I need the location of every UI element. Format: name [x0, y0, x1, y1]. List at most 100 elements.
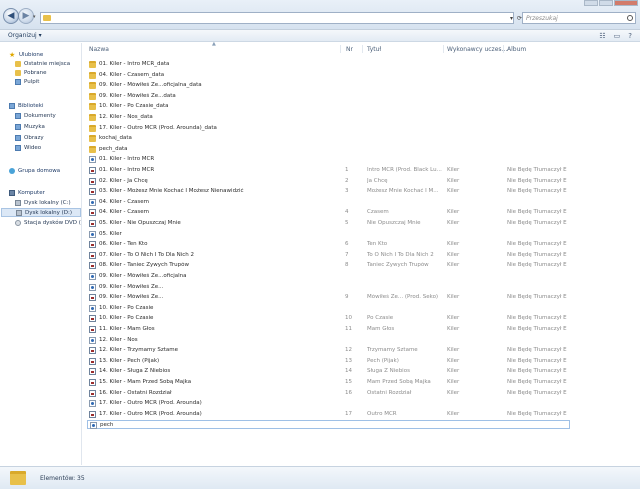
track-artist: Kiler: [447, 357, 460, 364]
file-row[interactable]: 17. Kiler - Outro MCR (Prod. Arounda) 17 O…: [87, 410, 570, 419]
file-row[interactable]: 09. Kiler - Mówiłeś Że...: [87, 283, 570, 292]
track-title: Mam Przed Sobą Majka: [367, 379, 431, 385]
nav-pictures[interactable]: Obrazy: [15, 133, 44, 142]
file-row[interactable]: 14. Kiler - Sługa Z Niebios 14 Sługa Z Nie…: [87, 367, 570, 376]
file-row[interactable]: 04. Kiler - Czasem 4 Czasem Kiler Nie Będę T…: [87, 208, 570, 217]
nav-dvd-drive[interactable]: Stacja dysków DVD (: [15, 218, 81, 227]
track-title: Intro MCR (Prod. Black Lu...: [367, 167, 442, 173]
nav-videos[interactable]: Wideo: [15, 143, 41, 152]
nav-homegroup[interactable]: Grupa domowa: [9, 166, 60, 175]
search-input[interactable]: Przeszukaj: [522, 12, 636, 24]
file-row[interactable]: 17. Kiler - Outro MCR (Prod. Arounda): [87, 399, 570, 408]
column-header-title[interactable]: Tytuł: [367, 43, 381, 55]
file-name: 10. Kiler - Po Czasie: [99, 315, 154, 322]
minimize-button[interactable]: [584, 0, 598, 6]
file-row[interactable]: 09. Kiler - Mówiłeś Że...data: [87, 92, 570, 101]
file-row[interactable]: 09. Kiler - Mówiłeś Że... 9 Mówiłeś Że... …: [87, 293, 570, 302]
file-row[interactable]: 04. Kiler - Czasem: [87, 198, 570, 207]
homegroup-icon: [9, 167, 15, 174]
file-row[interactable]: 01. Kiler - Intro MCR_data: [87, 60, 570, 69]
preview-pane-icon[interactable]: ▭: [614, 32, 621, 40]
column-divider[interactable]: [443, 45, 444, 53]
window-controls: [583, 0, 638, 6]
file-row[interactable]: 11. Kiler - Mam Głos 11 Mam Głos Kiler Nie B…: [87, 325, 570, 334]
file-row[interactable]: 13. Kiler - Pech (Pijak) 13 Pech (Pijak) Ki…: [87, 357, 570, 366]
back-button[interactable]: ◀: [3, 8, 19, 24]
nav-favorites[interactable]: ★ Ulubione: [9, 50, 43, 59]
sort-indicator-icon: ▲: [212, 41, 216, 47]
recent-places-icon: [15, 60, 21, 67]
file-row[interactable]: 10. Kiler - Po Czasie: [87, 304, 570, 313]
column-header-nr[interactable]: Nr: [346, 43, 353, 55]
address-input[interactable]: [40, 12, 514, 24]
file-row[interactable]: 01. Kiler - Intro MCR: [87, 155, 570, 164]
folder-icon: [89, 82, 96, 90]
column-header-artist[interactable]: Wykonawcy uczes...: [447, 43, 507, 55]
nav-music[interactable]: Muzyka: [15, 122, 45, 131]
nav-libraries[interactable]: Biblioteki: [9, 101, 43, 110]
track-album: Nie Będę Tłumaczył Ei...: [507, 220, 567, 226]
audio-file-icon: [89, 198, 96, 206]
file-row[interactable]: 10. Kiler - Po Czasie 10 Po Czasie Kiler Nie…: [87, 314, 570, 323]
file-row[interactable]: 15. Kiler - Mam Przed Sobą Majka 15 Mam Pr…: [87, 378, 570, 387]
track-album: Nie Będę Tłumaczył Ei...: [507, 379, 567, 385]
file-name: 10. Kiler - Po Czasie_data: [99, 103, 169, 110]
mp3-file-icon: [89, 251, 96, 259]
help-icon[interactable]: ?: [628, 32, 632, 40]
track-title: Pech (Pijak): [367, 357, 399, 364]
nav-downloads[interactable]: Pobrane: [15, 68, 46, 77]
file-row[interactable]: 10. Kiler - Po Czasie_data: [87, 102, 570, 111]
column-divider[interactable]: [362, 45, 363, 53]
track-title: Trzymamy Sztame: [367, 347, 418, 354]
file-row[interactable]: 04. Kiler - Czasem_data: [87, 71, 570, 80]
close-button[interactable]: [614, 0, 638, 6]
file-row[interactable]: 05. Kiler - Nie Opuszczaj Mnie 5 Nie Opusz…: [87, 219, 570, 228]
folder-icon: [89, 71, 96, 79]
file-row[interactable]: 12. Kiler - Nos: [87, 336, 570, 345]
nav-drive-d[interactable]: Dysk lokalny (D:): [1, 208, 81, 217]
folder-icon: [89, 61, 96, 68]
track-title: To O Nich I To Dla Nich 2: [367, 251, 434, 258]
file-row[interactable]: 08. Kiler - Taniec Żywych Trupów 8 Taniec …: [87, 261, 570, 270]
column-header-name[interactable]: Nazwa: [89, 43, 109, 55]
dvd-icon: [15, 219, 21, 226]
file-row[interactable]: 06. Kiler - Ten Kto 6 Ten Kto Kiler Nie Będę…: [87, 240, 570, 249]
file-row[interactable]: 09. Kiler - Mówiłeś Że...oficjalna_data: [87, 81, 570, 90]
mp3-file-icon: [89, 188, 96, 196]
file-row[interactable]: 03. Kiler - Możesz Mnie Kochać I Możesz …: [87, 187, 570, 196]
file-row[interactable]: kochaj_data: [87, 134, 570, 143]
file-name: 01. Kiler - Intro MCR_data: [99, 61, 170, 67]
track-album: Nie Będę Tłumaczył Ei...: [507, 357, 567, 364]
nav-recent-places[interactable]: Ostatnie miejsca: [15, 59, 70, 68]
file-row[interactable]: 05. Kiler: [87, 230, 570, 239]
forward-button[interactable]: ▶: [18, 8, 34, 24]
maximize-button[interactable]: [599, 0, 613, 6]
file-row[interactable]: 17. Kiler - Outro MCR (Prod. Arounda)_da…: [87, 124, 570, 133]
file-row[interactable]: pech_data: [87, 145, 570, 154]
track-artist: Kiler: [447, 368, 460, 375]
change-view-icon[interactable]: ☷: [599, 32, 605, 40]
file-name: 10. Kiler - Po Czasie: [99, 304, 154, 311]
audio-file-icon: [89, 400, 96, 408]
mp3-file-icon: [89, 241, 96, 249]
file-row[interactable]: 02. Kiler - Ja Chcę 2 Ja Chcę Kiler Nie Będę…: [87, 177, 570, 186]
folder-icon: [89, 124, 96, 132]
nav-desktop[interactable]: Pulpit: [15, 77, 39, 86]
file-row[interactable]: 01. Kiler - Intro MCR 1 Intro MCR (Prod. B…: [87, 166, 570, 175]
file-row[interactable]: pech: [87, 420, 570, 430]
nav-documents[interactable]: Dokumenty: [15, 111, 56, 120]
column-divider[interactable]: [340, 45, 341, 53]
track-number: 11: [345, 326, 352, 332]
file-row[interactable]: 12. Kiler - Nos_data: [87, 113, 570, 122]
column-divider[interactable]: [503, 45, 504, 53]
recent-pages-dropdown[interactable]: ▾: [33, 14, 36, 20]
search-icon: [627, 15, 633, 21]
nav-computer[interactable]: Komputer: [9, 188, 45, 197]
nav-drive-c[interactable]: Dysk lokalny (C:): [15, 198, 71, 207]
file-row[interactable]: 12. Kiler - Trzymamy Sztame 12 Trzymamy Sz…: [87, 346, 570, 355]
file-row[interactable]: 16. Kiler - Ostatni Rozdział 16 Ostatni Ro…: [87, 389, 570, 398]
file-row[interactable]: 09. Kiler - Mówiłeś Że...oficjalna: [87, 272, 570, 281]
organize-button[interactable]: Organizuj ▾: [8, 32, 42, 39]
file-row[interactable]: 07. Kiler - To O Nich I To Dla Nich 2 7 To…: [87, 251, 570, 260]
column-header-album[interactable]: Album: [507, 43, 526, 55]
